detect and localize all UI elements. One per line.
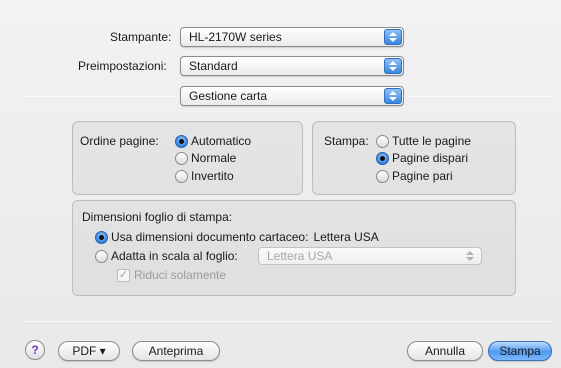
scale-to-fit-label: Adatta in scala al foglio: [111, 249, 238, 263]
popup-arrows-icon [462, 249, 480, 263]
presets-popup[interactable]: Standard [180, 56, 404, 76]
help-button[interactable]: ? [25, 340, 45, 360]
radio-icon [175, 151, 188, 165]
preview-button[interactable]: Anteprima [132, 341, 220, 361]
print-pages-even[interactable]: Pagine pari [376, 168, 453, 184]
print-pages-odd[interactable]: Pagine dispari [376, 150, 468, 166]
use-document-size-label: Usa dimensioni documento cartaceo: [111, 230, 309, 244]
panel-popup[interactable]: Gestione carta [180, 86, 404, 106]
popup-arrows-icon [384, 88, 402, 104]
printer-value: HL-2170W series [189, 30, 282, 44]
page-order-reversed[interactable]: Invertito [175, 168, 234, 184]
scale-to-fit-radio[interactable]: Adatta in scala al foglio: [95, 248, 238, 264]
radio-icon [376, 134, 389, 148]
footer-separator [22, 321, 553, 322]
popup-arrows-icon [384, 58, 402, 74]
printer-label: Stampante: [110, 30, 172, 44]
panel-separator-right [408, 96, 553, 97]
print-pages-all[interactable]: Tutte le pagine [376, 133, 471, 149]
page-order-option-label: Normale [191, 151, 237, 165]
scale-paper-popup[interactable]: Lettera USA [258, 247, 482, 265]
radio-selected-icon [376, 151, 389, 165]
printer-popup[interactable]: HL-2170W series [180, 27, 404, 47]
print-pages-option-label: Pagine dispari [392, 151, 469, 165]
radio-icon [175, 169, 188, 183]
page-order-option-label: Automatico [191, 134, 252, 148]
scale-down-only-label: Riduci solamente [134, 268, 227, 282]
cancel-button[interactable]: Annulla [407, 341, 483, 361]
popup-arrows-icon [384, 29, 402, 45]
print-button[interactable]: Stampa [488, 341, 552, 361]
radio-icon [95, 249, 108, 263]
scale-paper-value: Lettera USA [267, 249, 333, 263]
use-document-size-radio[interactable]: Usa dimensioni documento cartaceo: Lette… [95, 229, 379, 245]
page-order-automatic[interactable]: Automatico [175, 133, 251, 149]
radio-selected-icon [175, 134, 188, 148]
presets-value: Standard [189, 59, 238, 73]
print-pages-option-label: Pagine pari [392, 169, 453, 183]
paper-size-label: Dimensioni foglio di stampa: [82, 210, 233, 224]
panel-separator-left [22, 96, 176, 97]
pdf-button[interactable]: PDF ▾ [58, 341, 120, 361]
panel-value: Gestione carta [189, 89, 268, 103]
print-pages-option-label: Tutte le pagine [392, 134, 471, 148]
page-order-normal[interactable]: Normale [175, 150, 236, 166]
page-order-label: Ordine pagine: [80, 134, 159, 148]
document-size-value: Lettera USA [313, 230, 379, 244]
page-order-option-label: Invertito [191, 169, 234, 183]
presets-label: Preimpostazioni: [78, 59, 167, 73]
radio-icon [376, 169, 389, 183]
checkmark-icon: ✓ [117, 268, 130, 282]
scale-down-only-checkbox[interactable]: ✓ Riduci solamente [117, 268, 226, 282]
radio-selected-icon [95, 230, 108, 244]
print-pages-label: Stampa: [324, 134, 369, 148]
